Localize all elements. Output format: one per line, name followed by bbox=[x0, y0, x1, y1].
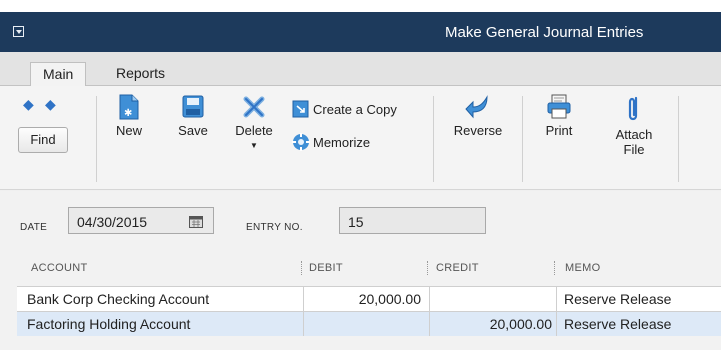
save-icon bbox=[182, 95, 204, 118]
reverse-icon bbox=[465, 95, 488, 119]
date-value: 04/30/2015 bbox=[77, 214, 148, 230]
tab-reports[interactable]: Reports bbox=[104, 62, 177, 87]
credit-cell[interactable]: 20,000.00 bbox=[429, 312, 556, 336]
entry-no-label: ENTRY NO. bbox=[246, 222, 303, 233]
create-copy-button[interactable]: Create a Copy bbox=[292, 100, 397, 118]
account-cell[interactable]: Factoring Holding Account bbox=[17, 312, 303, 336]
table-row[interactable]: Factoring Holding Account 20,000.00 Rese… bbox=[17, 311, 721, 336]
new-label: New bbox=[116, 123, 143, 138]
svg-text:✱: ✱ bbox=[124, 108, 132, 119]
calendar-icon[interactable] bbox=[189, 215, 203, 228]
delete-dropdown-icon[interactable]: ▼ bbox=[232, 138, 276, 153]
divider bbox=[96, 96, 97, 182]
table-row[interactable]: Bank Corp Checking Account 20,000.00 Res… bbox=[17, 286, 721, 311]
column-divider[interactable] bbox=[554, 261, 555, 275]
create-copy-label: Create a Copy bbox=[313, 102, 397, 117]
print-icon bbox=[547, 94, 571, 119]
memo-cell[interactable]: Reserve Release bbox=[556, 287, 721, 311]
memo-cell[interactable]: Reserve Release bbox=[556, 312, 721, 336]
delete-button[interactable]: Delete ▼ bbox=[232, 94, 276, 153]
attach-file-button[interactable]: Attach File bbox=[612, 94, 656, 157]
save-button[interactable]: Save bbox=[177, 94, 209, 138]
debit-cell[interactable] bbox=[303, 312, 429, 336]
toolbar: ◆ ◆ Find ✱ New Save Delete ▼ Create a Co… bbox=[0, 86, 721, 190]
new-icon: ✱ bbox=[119, 94, 139, 120]
memorize-button[interactable]: Memorize bbox=[292, 133, 370, 151]
column-header-account[interactable]: ACCOUNT bbox=[31, 262, 88, 274]
print-button[interactable]: Print bbox=[541, 94, 577, 138]
memorize-icon bbox=[292, 133, 310, 151]
reverse-button[interactable]: Reverse bbox=[446, 94, 510, 138]
delete-label: Delete bbox=[235, 123, 273, 138]
date-field[interactable]: 04/30/2015 bbox=[68, 207, 214, 234]
column-header-memo[interactable]: MEMO bbox=[565, 262, 600, 274]
column-divider[interactable] bbox=[301, 261, 302, 275]
column-header-credit[interactable]: CREDIT bbox=[436, 262, 479, 274]
entry-no-value: 15 bbox=[348, 214, 364, 230]
divider bbox=[678, 96, 679, 182]
delete-icon bbox=[243, 96, 265, 118]
find-button[interactable]: Find bbox=[18, 127, 68, 153]
title-bar: Make General Journal Entries bbox=[0, 12, 721, 52]
print-label: Print bbox=[545, 123, 573, 138]
next-arrow-icon[interactable]: ◆ bbox=[45, 96, 56, 113]
entry-no-field[interactable]: 15 bbox=[339, 207, 486, 234]
account-cell[interactable]: Bank Corp Checking Account bbox=[17, 287, 303, 311]
column-divider[interactable] bbox=[427, 261, 428, 275]
tab-main[interactable]: Main bbox=[30, 62, 87, 87]
tab-bar: Main Reports bbox=[0, 52, 721, 87]
new-button[interactable]: ✱ New bbox=[116, 94, 142, 138]
divider bbox=[433, 96, 434, 182]
credit-cell[interactable] bbox=[429, 287, 556, 311]
divider bbox=[522, 96, 523, 182]
attach-label-line1: Attach bbox=[615, 127, 653, 142]
reverse-label: Reverse bbox=[453, 123, 503, 138]
debit-cell[interactable]: 20,000.00 bbox=[303, 287, 429, 311]
top-strip bbox=[0, 0, 721, 12]
column-header-debit[interactable]: DEBIT bbox=[309, 262, 343, 274]
create-copy-icon bbox=[292, 100, 309, 118]
attach-label-line2: File bbox=[623, 142, 645, 157]
save-label: Save bbox=[178, 123, 208, 138]
memorize-label: Memorize bbox=[313, 135, 371, 150]
window-title: Make General Journal Entries bbox=[445, 24, 644, 41]
prev-arrow-icon[interactable]: ◆ bbox=[23, 96, 34, 113]
attach-icon bbox=[628, 96, 638, 121]
window-menu-icon[interactable] bbox=[13, 26, 24, 37]
date-label: DATE bbox=[20, 222, 48, 233]
journal-form: DATE 04/30/2015 ENTRY NO. 15 ACCOUNT DEB… bbox=[0, 191, 721, 350]
